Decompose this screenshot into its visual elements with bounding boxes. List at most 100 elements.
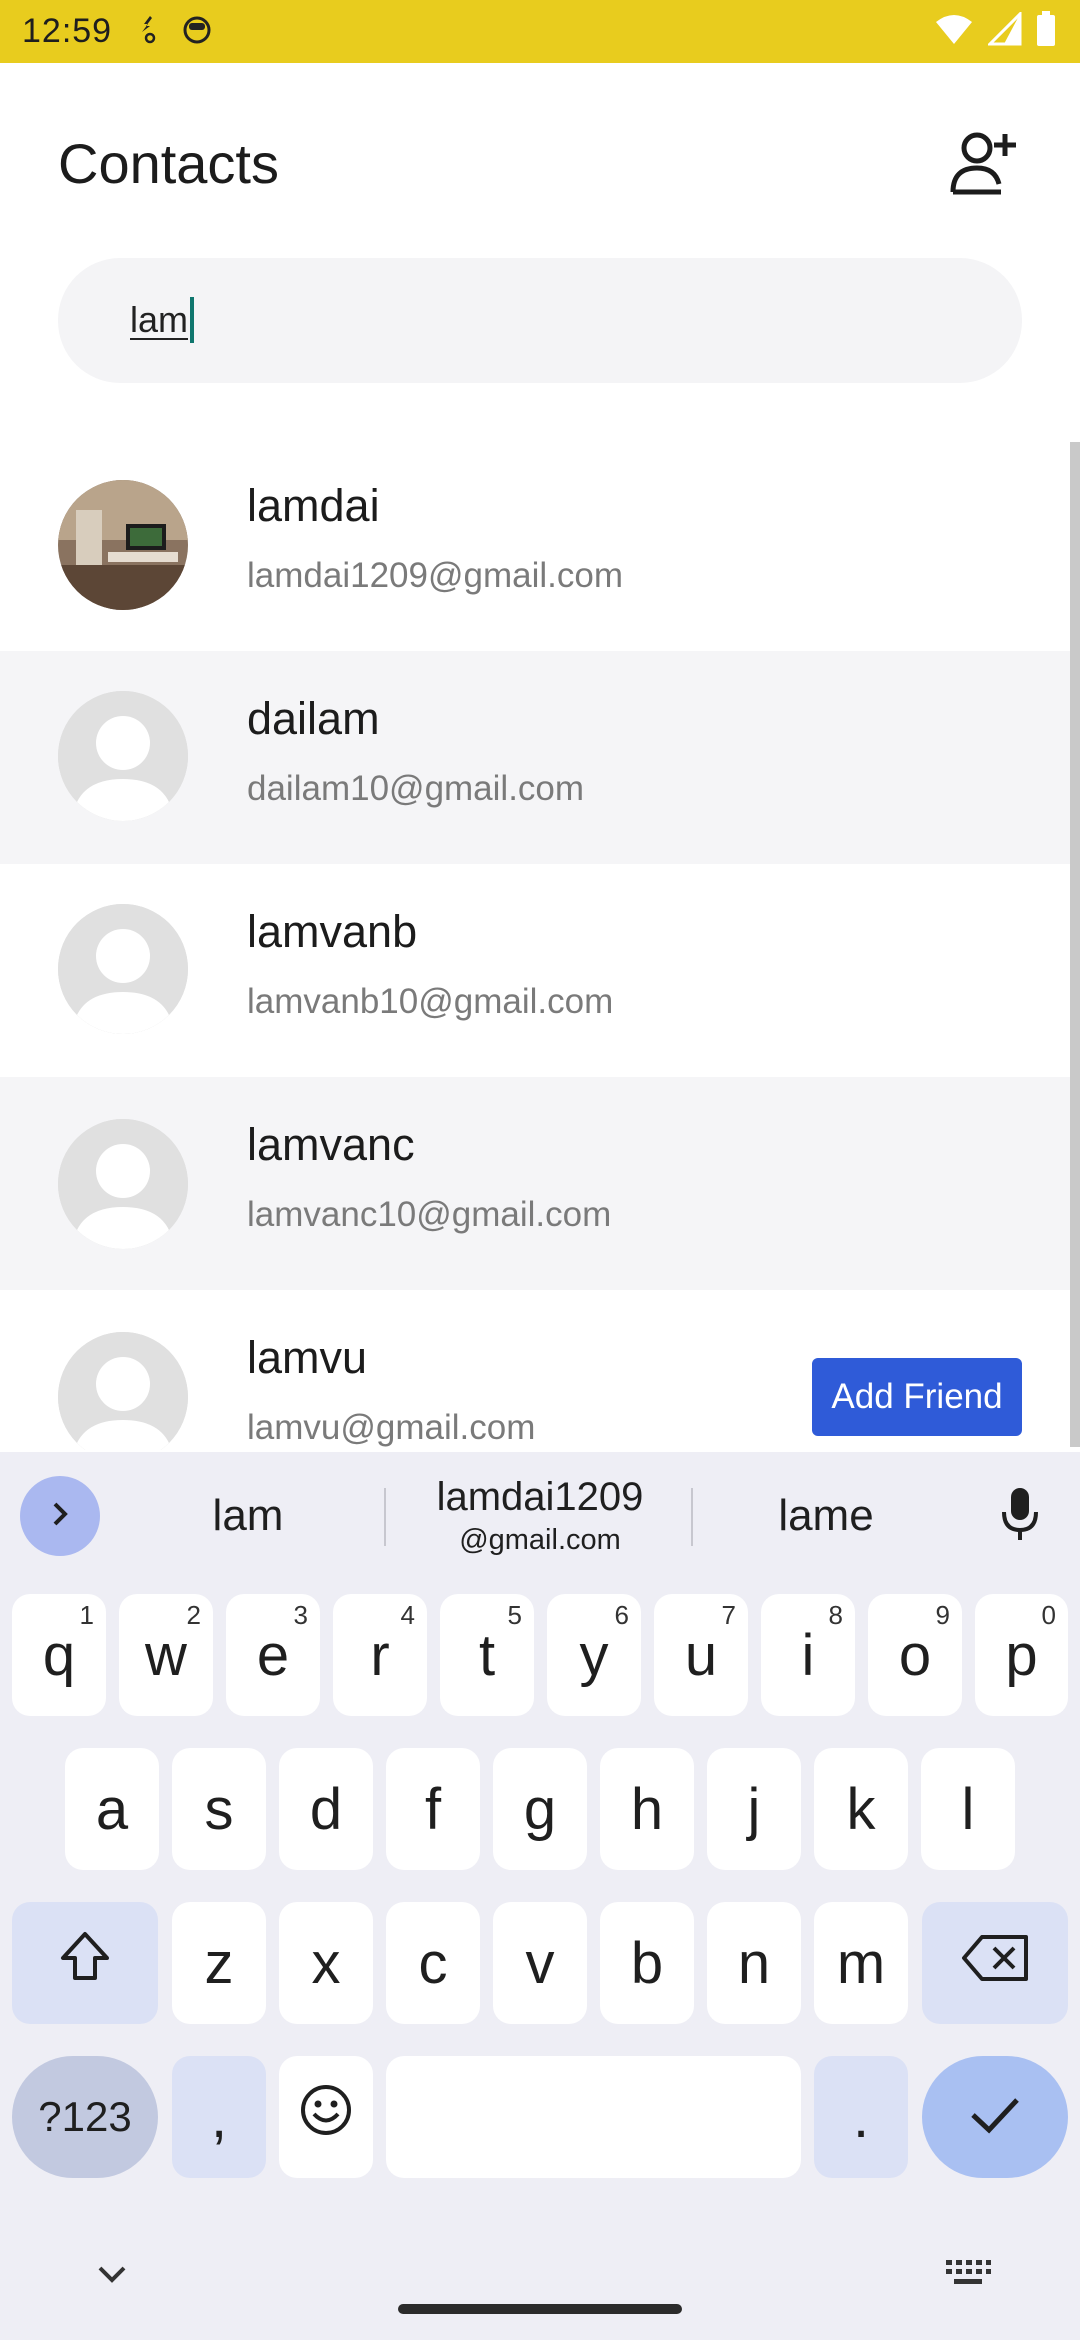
contact-name: dailam xyxy=(247,693,380,744)
key-hint: 1 xyxy=(79,1600,94,1630)
contact-row[interactable]: lamvanb lamvanb10@gmail.com xyxy=(0,864,1070,1077)
keyboard-switch-icon[interactable] xyxy=(944,2258,992,2293)
key-i[interactable]: i8 xyxy=(761,1594,855,1716)
battery-icon xyxy=(1036,11,1056,52)
shift-key[interactable] xyxy=(12,1902,158,2024)
key-y[interactable]: y6 xyxy=(547,1594,641,1716)
suggestion-item[interactable]: lamdai1209 @gmail.com xyxy=(390,1452,690,1580)
search-box[interactable]: lam xyxy=(58,258,1022,383)
backspace-icon xyxy=(960,1930,1030,1997)
chevron-down-icon[interactable] xyxy=(94,2262,130,2291)
key-w[interactable]: w2 xyxy=(119,1594,213,1716)
checkmark-icon xyxy=(967,2084,1023,2151)
app-header: Contacts xyxy=(0,63,1080,263)
suggestion-item[interactable]: lame xyxy=(728,1452,924,1580)
key-v[interactable]: v xyxy=(493,1902,587,2024)
key-q[interactable]: q1 xyxy=(12,1594,106,1716)
key-h[interactable]: h xyxy=(600,1748,694,1870)
mic-button[interactable] xyxy=(990,1478,1050,1554)
suggestion-expand-button[interactable] xyxy=(20,1476,100,1556)
page-title: Contacts xyxy=(58,132,279,195)
search-value: lam xyxy=(130,299,189,340)
key-b[interactable]: b xyxy=(600,1902,694,2024)
add-contact-button[interactable] xyxy=(944,125,1024,205)
suggestion-divider xyxy=(384,1488,386,1546)
key-u[interactable]: u7 xyxy=(654,1594,748,1716)
contact-email: lamvanb10@gmail.com xyxy=(247,982,614,1021)
symbols-key[interactable]: ?123 xyxy=(12,2056,158,2178)
contact-row[interactable]: lamdai lamdai1209@gmail.com xyxy=(0,438,1070,651)
avatar-placeholder-icon xyxy=(58,1332,188,1450)
key-m[interactable]: m xyxy=(814,1902,908,2024)
key-s[interactable]: s xyxy=(172,1748,266,1870)
key-hint: 0 xyxy=(1041,1600,1056,1630)
contact-name: lamdai xyxy=(247,480,380,531)
backspace-key[interactable] xyxy=(922,1902,1068,2024)
key-x[interactable]: x xyxy=(279,1902,373,2024)
key-hint: 6 xyxy=(614,1600,629,1630)
avatar-placeholder-icon xyxy=(58,904,188,1034)
contact-email: lamvanc10@gmail.com xyxy=(247,1195,612,1234)
navigation-bar xyxy=(0,2200,1080,2340)
avatar-photo xyxy=(58,480,188,610)
add-friend-button[interactable]: Add Friend xyxy=(812,1358,1022,1436)
home-indicator[interactable] xyxy=(398,2304,682,2314)
shift-icon xyxy=(55,1926,115,2000)
sync-icon xyxy=(138,14,162,49)
key-z[interactable]: z xyxy=(172,1902,266,2024)
key-n[interactable]: n xyxy=(707,1902,801,2024)
signal-icon xyxy=(986,10,1022,51)
space-key[interactable] xyxy=(386,2056,801,2178)
text-caret xyxy=(190,297,195,343)
contact-list[interactable]: lamdai lamdai1209@gmail.com dailam daila… xyxy=(0,438,1070,1450)
key-f[interactable]: f xyxy=(386,1748,480,1870)
cat-face-icon xyxy=(180,14,214,49)
key-label: y xyxy=(579,1622,609,1688)
search-input[interactable]: lam xyxy=(130,290,195,350)
key-label: p xyxy=(1005,1622,1038,1688)
suggestion-secondary: @gmail.com xyxy=(459,1524,621,1556)
comma-key[interactable]: , xyxy=(172,2056,266,2178)
key-k[interactable]: k xyxy=(814,1748,908,1870)
key-a[interactable]: a xyxy=(65,1748,159,1870)
enter-key[interactable] xyxy=(922,2056,1068,2178)
key-p[interactable]: p0 xyxy=(975,1594,1068,1716)
key-hint: 8 xyxy=(828,1600,843,1630)
contact-email: lamdai1209@gmail.com xyxy=(247,556,623,595)
scrollbar[interactable] xyxy=(1070,442,1080,1447)
key-hint: 2 xyxy=(186,1600,201,1630)
period-key[interactable]: . xyxy=(814,2056,908,2178)
key-c[interactable]: c xyxy=(386,1902,480,2024)
key-l[interactable]: l xyxy=(921,1748,1015,1870)
suggestion-primary: lamdai1209 xyxy=(436,1475,644,1519)
key-label: r xyxy=(370,1622,390,1688)
key-g[interactable]: g xyxy=(493,1748,587,1870)
key-t[interactable]: t5 xyxy=(440,1594,534,1716)
key-label: u xyxy=(684,1622,718,1688)
key-o[interactable]: o9 xyxy=(868,1594,962,1716)
emoji-icon xyxy=(299,2083,353,2151)
key-r[interactable]: r4 xyxy=(333,1594,427,1716)
contact-row[interactable]: lamvanc lamvanc10@gmail.com xyxy=(0,1077,1070,1290)
key-hint: 9 xyxy=(935,1600,950,1630)
contact-email: lamvu@gmail.com xyxy=(247,1408,536,1447)
suggestion-item[interactable]: lam xyxy=(150,1452,346,1580)
key-d[interactable]: d xyxy=(279,1748,373,1870)
key-e[interactable]: e3 xyxy=(226,1594,320,1716)
contact-row[interactable]: lamvu lamvu@gmail.com Add Friend xyxy=(0,1290,1070,1450)
contact-name: lamvanc xyxy=(247,1119,415,1170)
key-j[interactable]: j xyxy=(707,1748,801,1870)
wifi-icon xyxy=(934,12,974,51)
key-label: t xyxy=(478,1622,496,1688)
contact-row[interactable]: dailam dailam10@gmail.com xyxy=(0,651,1070,864)
key-label: w xyxy=(145,1622,187,1688)
avatar-placeholder-icon xyxy=(58,1119,188,1249)
avatar-placeholder-icon xyxy=(58,691,188,821)
contact-email: dailam10@gmail.com xyxy=(247,769,585,808)
status-bar: 12:59 xyxy=(0,0,1080,63)
emoji-key[interactable] xyxy=(279,2056,373,2178)
key-label: i xyxy=(801,1622,815,1688)
key-hint: 7 xyxy=(721,1600,736,1630)
status-time: 12:59 xyxy=(22,12,113,50)
contact-name: lamvanb xyxy=(247,906,418,957)
